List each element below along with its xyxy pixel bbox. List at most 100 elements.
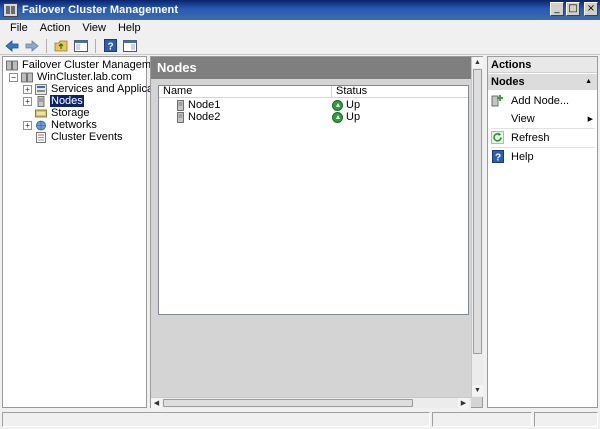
window-controls: _ □ × <box>550 2 598 16</box>
add-node-icon <box>491 94 504 107</box>
toolbar-separator <box>46 38 47 53</box>
actions-pane: Actions Nodes ▲ Add Node... View ▶ Refre… <box>487 56 598 408</box>
services-icon <box>35 83 47 95</box>
help-action[interactable]: ? Help <box>491 149 595 164</box>
window-title: Failover Cluster Management <box>22 4 179 16</box>
help-label: Help <box>511 150 534 163</box>
status-up-icon <box>332 111 343 123</box>
actions-section-nodes[interactable]: Nodes ▲ <box>488 74 597 90</box>
tree-item-events[interactable]: Cluster Events <box>35 131 124 143</box>
status-up-icon <box>332 99 343 111</box>
expand-icon[interactable]: + <box>23 96 32 106</box>
status-cell <box>534 412 598 427</box>
minimize-button[interactable]: _ <box>550 2 564 16</box>
scroll-down-icon[interactable]: ▼ <box>472 385 483 396</box>
results-pane: Nodes Name Status Node1 Up Node2 Up ▲ ▼ … <box>150 56 483 409</box>
menu-help[interactable]: Help <box>112 22 147 34</box>
submenu-arrow-icon: ▶ <box>587 115 593 123</box>
tree-label-root: Failover Cluster Management <box>22 59 167 71</box>
tree-item-networks[interactable]: + Networks <box>23 119 98 131</box>
forward-button[interactable] <box>24 39 40 53</box>
column-header-status[interactable]: Status <box>332 86 468 97</box>
cluster-events-icon <box>36 131 46 143</box>
add-node-action[interactable]: Add Node... <box>491 93 595 108</box>
menu-bar: File Action View Help <box>0 20 600 36</box>
networks-icon <box>36 120 46 130</box>
back-button[interactable] <box>4 39 20 53</box>
menu-view[interactable]: View <box>76 22 112 34</box>
toolbar: ? <box>0 37 600 55</box>
navigation-tree: Failover Cluster Management − WinCluster… <box>2 56 176 408</box>
nodes-icon <box>37 95 45 107</box>
show-action-pane-icon <box>123 39 137 52</box>
view-blank-icon <box>491 112 504 125</box>
help-icon: ? <box>103 39 117 53</box>
horizontal-scrollbar[interactable]: ◀ ▶ <box>151 397 471 409</box>
menu-action[interactable]: Action <box>34 22 77 34</box>
help-icon: ? <box>491 150 504 163</box>
node-status: Up <box>332 111 360 123</box>
expand-icon[interactable]: + <box>23 84 32 94</box>
tree-item-nodes[interactable]: + Nodes <box>23 95 84 107</box>
expand-icon[interactable]: + <box>23 120 32 130</box>
node-icon <box>177 99 184 111</box>
tree-label-networks: Networks <box>51 119 97 131</box>
status-cell <box>432 412 532 427</box>
column-header-name[interactable]: Name <box>159 86 332 97</box>
svg-text:?: ? <box>107 42 113 53</box>
tree-label-events: Cluster Events <box>51 131 123 143</box>
help-toolbar-button[interactable]: ? <box>102 39 118 53</box>
list-header: Name Status <box>159 86 468 98</box>
tree-item-cluster[interactable]: − WinCluster.lab.com <box>9 71 133 83</box>
close-button[interactable]: × <box>584 2 598 16</box>
menu-file[interactable]: File <box>4 22 34 34</box>
actions-header: Actions <box>488 57 597 73</box>
show-hide-tree-button[interactable] <box>73 39 89 53</box>
scroll-up-icon[interactable]: ▲ <box>472 57 483 68</box>
forward-arrow-icon <box>25 39 39 52</box>
svg-text:?: ? <box>494 153 500 164</box>
actions-separator <box>491 128 595 129</box>
refresh-action[interactable]: Refresh <box>491 130 595 145</box>
tree-label-nodes: Nodes <box>50 95 84 107</box>
node-status-text: Up <box>346 111 361 123</box>
tree-item-root[interactable]: Failover Cluster Management <box>6 59 167 71</box>
scroll-left-icon[interactable]: ◀ <box>151 398 162 409</box>
view-action[interactable]: View ▶ <box>491 111 595 126</box>
node-status-text: Up <box>346 99 361 111</box>
tree-label-storage: Storage <box>51 107 90 119</box>
up-one-level-button[interactable] <box>53 39 69 53</box>
status-cell <box>2 412 430 427</box>
up-folder-icon <box>54 40 67 52</box>
page-title: Nodes <box>151 57 471 79</box>
vertical-scrollbar[interactable]: ▲ ▼ <box>471 57 483 397</box>
back-arrow-icon <box>5 39 19 52</box>
horizontal-scroll-thumb[interactable] <box>163 399 413 407</box>
node-name: Node1 <box>188 99 221 111</box>
scroll-right-icon[interactable]: ▶ <box>458 398 469 409</box>
tree-label-cluster: WinCluster.lab.com <box>37 71 132 83</box>
maximize-button[interactable]: □ <box>566 2 580 16</box>
nodes-list: Name Status Node1 Up Node2 Up <box>158 85 469 315</box>
collapse-section-icon[interactable]: ▲ <box>585 74 592 90</box>
tree-item-storage[interactable]: Storage <box>35 107 91 119</box>
table-row[interactable]: Node1 <box>177 99 220 111</box>
actions-separator <box>491 147 595 148</box>
view-label: View <box>511 112 535 125</box>
cluster-app-icon <box>3 3 18 17</box>
node-status: Up <box>332 99 360 111</box>
collapse-icon[interactable]: − <box>9 72 18 82</box>
add-node-label: Add Node... <box>511 94 570 107</box>
storage-icon <box>35 109 47 117</box>
table-row[interactable]: Node2 <box>177 111 220 123</box>
node-icon <box>177 111 184 123</box>
cluster-icon <box>21 72 33 82</box>
cluster-management-icon <box>6 60 18 70</box>
refresh-icon <box>491 131 504 144</box>
refresh-label: Refresh <box>511 131 550 144</box>
vertical-scroll-thumb[interactable] <box>473 69 482 354</box>
node-name: Node2 <box>188 111 221 123</box>
actions-section-label: Nodes <box>491 76 525 88</box>
show-hide-action-pane-button[interactable] <box>122 39 138 53</box>
title-bar[interactable]: Failover Cluster Management _ □ × <box>0 0 600 20</box>
